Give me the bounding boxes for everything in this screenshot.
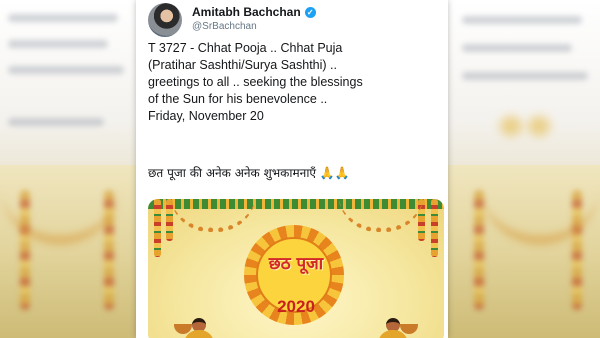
tweet-card: Amitabh Bachchan ✓ @SrBachchan T 3727 - C… — [136, 0, 448, 338]
hanging-garland — [431, 199, 438, 257]
marigold-arc — [170, 199, 256, 232]
blurred-garland — [474, 190, 484, 310]
tweet-text-line: greetings to all .. seeking the blessing… — [148, 75, 363, 89]
media-year: 2020 — [277, 297, 315, 316]
hindi-greeting-text: छत पूजा की अनेक अनेक शुभकामनाएँ — [148, 166, 317, 180]
blurred-emoji — [500, 116, 522, 136]
verified-badge-icon: ✓ — [304, 7, 316, 18]
blurred-text-line — [462, 44, 572, 52]
folded-hands-icon: 🙏🙏 — [319, 166, 350, 180]
blurred-text-line — [462, 16, 582, 24]
tweet-text-line: T 3727 - Chhat Pooja .. Chhat Puja — [148, 41, 343, 55]
devotee-figure — [378, 318, 418, 338]
blurred-text-line — [462, 72, 588, 80]
blurred-text-line — [8, 40, 108, 48]
hindi-greeting-line: छत पूजा की अनेक अनेक शुभकामनाएँ 🙏🙏 — [148, 164, 350, 181]
tweet-text-line: of the Sun for his benevolence .. — [148, 92, 328, 106]
devotee-figure — [174, 318, 214, 338]
blurred-text-line — [8, 14, 118, 22]
author-handle[interactable]: @SrBachchan — [192, 21, 257, 32]
marigold-arc — [338, 199, 424, 232]
tweet-text-line: Friday, November 20 — [148, 109, 264, 123]
tweet-text: T 3727 - Chhat Pooja .. Chhat Puja (Prat… — [148, 40, 446, 125]
tweet-text-line: (Pratihar Sashthi/Surya Sashthi) .. — [148, 58, 337, 72]
blurred-text-line — [8, 66, 124, 74]
author-name[interactable]: Amitabh Bachchan — [192, 5, 301, 19]
tweet-media-image[interactable]: छठ पूजा 2020 — [148, 199, 444, 338]
media-title: छठ पूजा — [268, 254, 324, 274]
author-name-row[interactable]: Amitabh Bachchan ✓ — [192, 5, 316, 19]
hanging-garland — [154, 199, 161, 257]
blurred-text-line — [8, 118, 104, 126]
blurred-emoji — [528, 116, 550, 136]
avatar[interactable] — [148, 3, 182, 37]
